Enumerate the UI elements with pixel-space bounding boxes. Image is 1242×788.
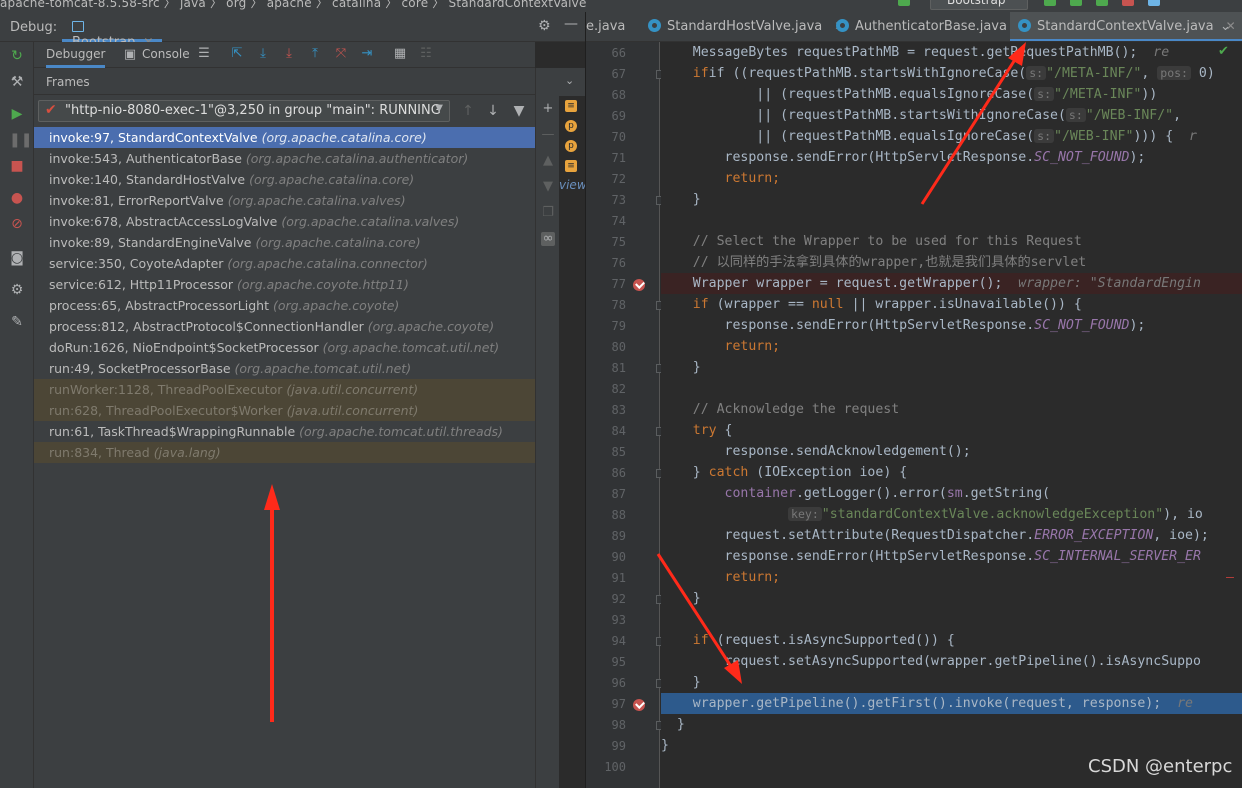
arrow-up-annotation [264, 484, 280, 722]
arrow-editor-top-annotation [920, 42, 1026, 205]
watermark: CSDN @enterpc [1088, 756, 1233, 777]
annotation-arrows [264, 42, 1026, 722]
arrow-editor-bottom-annotation [656, 553, 742, 684]
